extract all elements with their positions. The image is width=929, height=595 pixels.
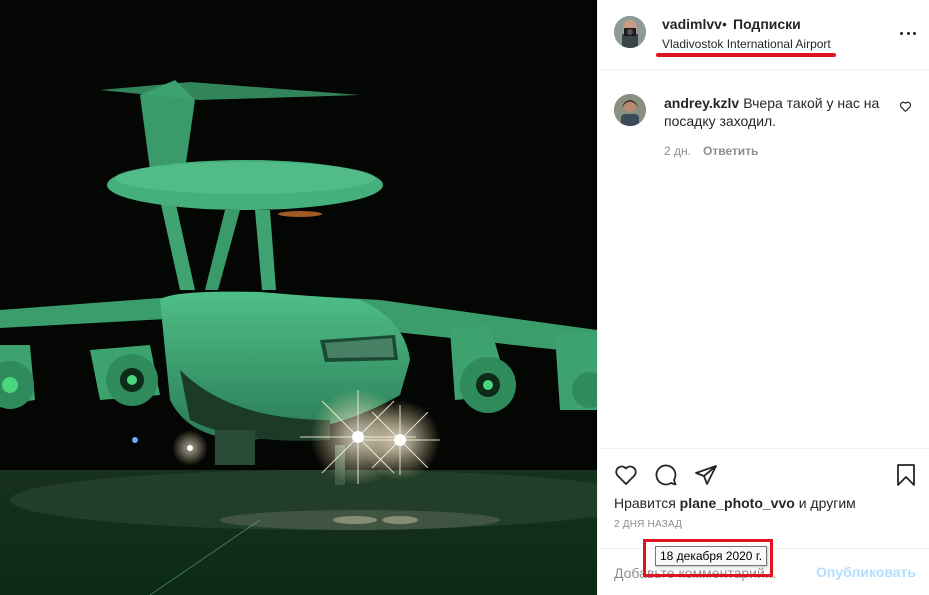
more-dot-icon — [900, 31, 903, 35]
likes-suffix[interactable]: и другим — [799, 495, 856, 511]
reply-button[interactable]: Ответить — [703, 144, 758, 158]
comment-meta: 2 дн. Ответить — [664, 144, 758, 158]
post-timestamp[interactable]: 2 дня назад — [614, 519, 682, 530]
highlight-underline — [656, 53, 836, 57]
comment-body: andrey.kzlv Вчера такой у нас на посадку … — [664, 94, 884, 130]
more-dot-icon — [913, 31, 916, 35]
comment-username[interactable]: andrey.kzlv — [664, 95, 739, 111]
aircraft-photo — [0, 0, 597, 595]
header-separator: • — [722, 16, 727, 32]
author-username[interactable]: vadimlvv — [662, 16, 722, 32]
comment-heart-icon[interactable] — [899, 100, 912, 113]
comment-time[interactable]: 2 дн. — [664, 144, 691, 158]
author-avatar[interactable] — [614, 16, 646, 48]
following-button[interactable]: Подписки — [733, 16, 801, 32]
more-dot-icon — [906, 31, 910, 35]
person-avatar-icon — [614, 94, 646, 126]
highlight-box — [643, 539, 773, 577]
post-sidebar: vadimlvv • Подписки Vladivostok Internat… — [597, 0, 929, 595]
post-location[interactable]: Vladivostok International Airport — [662, 37, 831, 51]
publish-button[interactable]: Опубликовать — [816, 564, 916, 580]
comment-icon[interactable] — [654, 463, 678, 487]
comment-item: andrey.kzlv Вчера такой у нас на посадку … — [598, 85, 929, 175]
share-icon[interactable] — [694, 463, 718, 487]
commenter-avatar[interactable] — [614, 94, 646, 126]
more-options-button[interactable] — [900, 28, 916, 38]
camera-avatar-icon — [614, 16, 646, 48]
likes-summary: Нравится plane_photo_vvo и другим — [614, 495, 856, 511]
post-header: vadimlvv • Подписки Vladivostok Internat… — [598, 0, 929, 70]
bookmark-icon[interactable] — [894, 463, 918, 487]
heart-icon[interactable] — [614, 463, 638, 487]
likes-user-link[interactable]: plane_photo_vvo — [680, 495, 795, 511]
likes-prefix: Нравится — [614, 495, 676, 511]
post-photo[interactable] — [0, 0, 597, 595]
